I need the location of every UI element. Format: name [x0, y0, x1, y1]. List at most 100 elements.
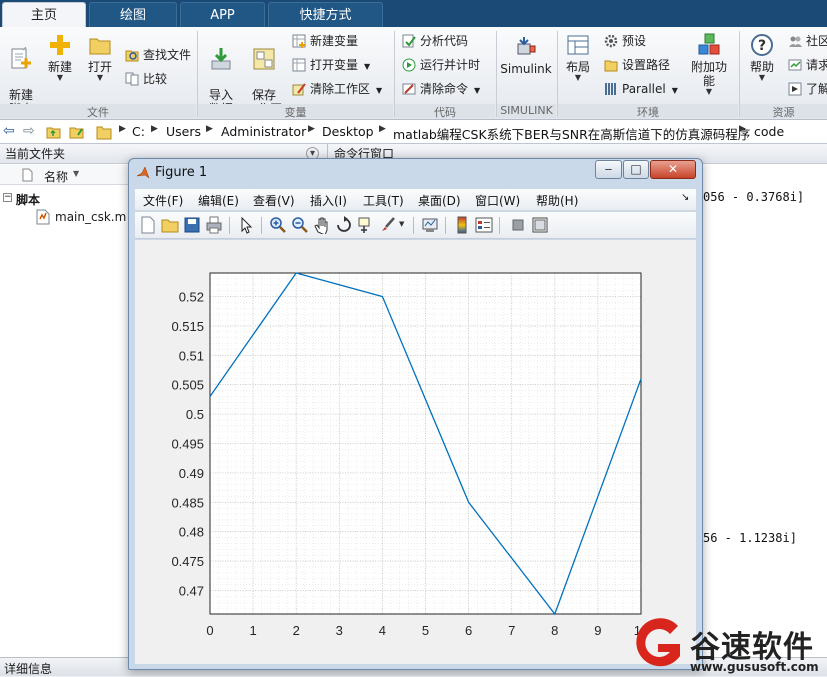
parallel-icon: [605, 83, 616, 95]
menu-help[interactable]: 帮助(H): [536, 192, 578, 209]
variable-group-label: 变量: [198, 104, 393, 119]
addons-icon: [698, 33, 720, 55]
new-variable-button[interactable]: 新建变量: [292, 31, 358, 51]
zoom-in-icon[interactable]: [269, 216, 287, 234]
gusu-logo-icon: [636, 618, 680, 667]
analyze-code-icon: [402, 34, 416, 48]
learn-matlab-icon: [788, 82, 802, 96]
save-icon[interactable]: [183, 216, 201, 234]
maximize-button[interactable]: □: [623, 160, 649, 179]
layout-icon: [567, 35, 589, 55]
learn-matlab-button[interactable]: 了解: [788, 79, 827, 99]
print-icon[interactable]: [205, 216, 223, 234]
parallel-label: Parallel: [622, 82, 666, 96]
parallel-button[interactable]: Parallel ▼: [604, 79, 678, 99]
menu-file[interactable]: 文件(F): [143, 192, 183, 209]
line-plot[interactable]: 0123456789100.470.4750.480.4850.490.4950…: [135, 240, 696, 664]
breadcrumb-drive[interactable]: C:: [132, 124, 145, 139]
hide-plot-tools-icon[interactable]: [509, 216, 527, 234]
new-label: 新建: [47, 60, 72, 74]
simulink-button[interactable]: Simulink: [500, 35, 552, 76]
tab-home[interactable]: 主页: [2, 2, 86, 27]
set-path-button[interactable]: 设置路径: [604, 55, 670, 75]
forward-arrow-icon[interactable]: ⇨: [23, 123, 35, 139]
figure-window[interactable]: Figure 1 ‒ □ ✕ 文件(F) 编辑(E) 查看(V) 插入(I) 工…: [128, 158, 703, 670]
clear-workspace-label: 清除工作区: [310, 82, 371, 96]
clear-commands-button[interactable]: 清除命令 ▼: [402, 79, 480, 99]
breadcrumb-project-folder[interactable]: matlab编程CSK系统下BER与SNR在高斯信道下的仿真源码程序: [393, 124, 750, 143]
addons-button[interactable]: 附加功能 ▼: [686, 33, 732, 96]
x-tick-label: 6: [465, 623, 472, 638]
menu-view[interactable]: 查看(V): [253, 192, 295, 209]
clear-workspace-button[interactable]: 清除工作区 ▼: [292, 79, 382, 99]
import-data-icon: [211, 48, 231, 70]
minimize-button[interactable]: ‒: [595, 160, 622, 179]
colorbar-icon[interactable]: [453, 216, 471, 234]
breadcrumb-desktop[interactable]: Desktop: [322, 124, 374, 139]
code-group-label: 代码: [395, 104, 495, 119]
preferences-button[interactable]: 预设: [604, 31, 646, 51]
browse-folder-icon[interactable]: [69, 125, 85, 139]
layout-button[interactable]: 布局 ▼: [562, 33, 594, 82]
file-item[interactable]: main_csk.m: [55, 210, 126, 224]
y-tick-label: 0.5: [186, 407, 204, 422]
pointer-icon[interactable]: [237, 216, 255, 234]
x-tick-label: 9: [594, 623, 601, 638]
breadcrumb-code[interactable]: code: [754, 124, 784, 139]
column-name-header[interactable]: 名称: [44, 168, 68, 185]
rotate-3d-icon[interactable]: [335, 216, 353, 234]
compare-button[interactable]: 比较: [125, 69, 167, 89]
zoom-out-icon[interactable]: [291, 216, 309, 234]
open-button[interactable]: 打开 ▼: [83, 33, 117, 82]
breadcrumb-users[interactable]: Users: [166, 124, 201, 139]
menu-insert[interactable]: 插入(I): [310, 192, 347, 209]
back-arrow-icon[interactable]: ⇦: [3, 123, 15, 139]
menu-window[interactable]: 窗口(W): [475, 192, 520, 209]
breadcrumb-separator: ▶: [308, 124, 315, 134]
link-plot-icon[interactable]: [421, 216, 439, 234]
collapse-icon[interactable]: −: [3, 193, 12, 202]
watermark-url: www.gususoft.com: [690, 660, 819, 674]
close-button[interactable]: ✕: [650, 160, 696, 179]
x-tick-label: 0: [206, 623, 213, 638]
y-tick-label: 0.47: [179, 583, 204, 598]
clear-commands-label: 清除命令: [420, 82, 469, 96]
pan-hand-icon[interactable]: [313, 216, 331, 234]
breadcrumb-administrator[interactable]: Administrator: [221, 124, 306, 139]
breadcrumb-separator: ▶: [379, 124, 386, 134]
figure-toolbar: ▼: [135, 212, 696, 239]
tab-plots[interactable]: 绘图: [89, 2, 177, 27]
new-button[interactable]: 新建 ▼: [44, 33, 76, 82]
tab-shortcuts[interactable]: 快捷方式: [268, 2, 383, 27]
new-figure-icon[interactable]: [139, 216, 157, 234]
run-and-time-button[interactable]: 运行并计时: [402, 55, 480, 75]
request-support-button[interactable]: 请求: [788, 55, 827, 75]
analyze-code-button[interactable]: 分析代码: [402, 31, 468, 51]
dock-arrow-icon[interactable]: ↘: [681, 192, 689, 203]
ribbon-toolstrip: 新建 脚本 新建 ▼ 打开 ▼ 查找文件 比较 文件 导入 数据 保存 工作区 …: [0, 27, 827, 120]
breadcrumb-separator: ▶: [151, 124, 158, 134]
menu-edit[interactable]: 编辑(E): [198, 192, 239, 209]
toolbar-divider: [445, 217, 446, 234]
tab-apps[interactable]: APP: [180, 2, 265, 27]
new-variable-icon: [292, 34, 306, 48]
set-path-label: 设置路径: [622, 58, 671, 72]
find-files-button[interactable]: 查找文件: [125, 45, 191, 65]
details-label[interactable]: 详细信息: [4, 660, 52, 677]
gear-icon: [604, 34, 618, 48]
chevron-down-icon[interactable]: ▼: [399, 220, 404, 228]
legend-icon[interactable]: [475, 216, 493, 234]
menu-desktop[interactable]: 桌面(D): [418, 192, 461, 209]
help-button[interactable]: ? 帮助 ▼: [745, 33, 779, 82]
menu-tools[interactable]: 工具(T): [363, 192, 404, 209]
show-plot-tools-icon[interactable]: [531, 216, 549, 234]
data-cursor-icon[interactable]: [357, 216, 375, 234]
up-folder-icon[interactable]: [46, 125, 61, 139]
brush-icon[interactable]: [379, 216, 397, 234]
open-variable-button[interactable]: 打开变量 ▼: [292, 55, 370, 75]
analyze-code-label: 分析代码: [420, 34, 469, 48]
open-file-icon[interactable]: [161, 216, 179, 234]
y-tick-label: 0.49: [179, 466, 204, 481]
community-button[interactable]: 社区: [788, 31, 827, 51]
y-tick-label: 0.475: [171, 554, 204, 569]
